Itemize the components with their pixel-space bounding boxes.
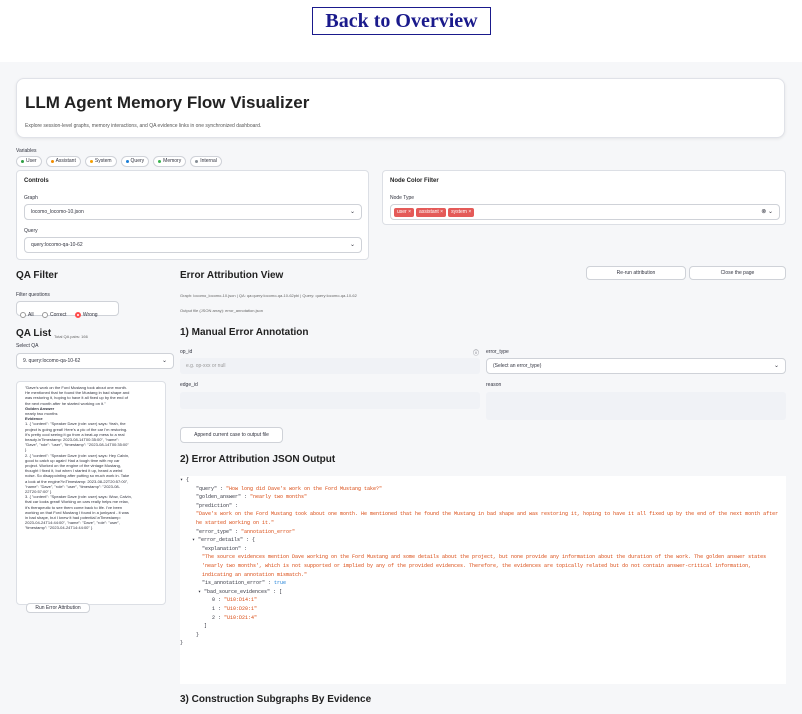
edge-id-label: edge_id xyxy=(180,382,198,388)
json-evidence-item: 1 : "U10:D20:1" xyxy=(212,605,258,612)
qa-filter-title: QA Filter xyxy=(16,270,58,281)
json-output-title: 2) Error Attribution JSON Output xyxy=(180,454,336,465)
json-prediction-value: "Dave's work on the Ford Mustang took ab… xyxy=(196,511,779,526)
radio-all[interactable]: All xyxy=(20,312,34,318)
json-object-close: } xyxy=(196,631,200,638)
internal-dot-icon xyxy=(195,160,199,163)
chip-system[interactable]: System xyxy=(84,156,117,167)
variable-chips: User Assistant System Query Memory Inter… xyxy=(16,156,222,167)
app-container: LLM Agent Memory Flow Visualizer Explore… xyxy=(0,62,802,714)
chevron-down-icon: ⌄ xyxy=(349,242,355,248)
chevron-down-icon: ⌄ xyxy=(349,209,355,215)
radio-correct[interactable]: Correct xyxy=(42,312,66,318)
reason-textarea[interactable] xyxy=(486,392,786,420)
page-title: LLM Agent Memory Flow Visualizer xyxy=(25,93,310,112)
controls-title: Controls xyxy=(24,178,49,184)
memory-dot-icon xyxy=(158,160,162,163)
chip-assistant[interactable]: Assistant xyxy=(45,156,81,167)
json-viewer: ▾ { "query" : "How long did Dave's work … xyxy=(180,476,786,684)
qa-select[interactable]: 9. query:locomo-qa-10-62 ⌄ xyxy=(16,353,174,369)
json-error-type-row: "error_type" : "annotation_error" xyxy=(196,528,296,535)
json-bad-evidences-row[interactable]: ▾ "bad_source_evidences" : [ xyxy=(180,588,786,597)
json-prediction-key: "prediction" : xyxy=(196,502,239,509)
output-file-line: Output file (JSON array): error_annotati… xyxy=(180,308,263,313)
help-icon[interactable]: ⓘ xyxy=(473,348,479,357)
node-type-multiselect[interactable]: user × assistant × system × ⊗ ⌄ xyxy=(390,204,780,220)
graph-label: Graph xyxy=(24,195,38,201)
variables-label: Variables xyxy=(16,148,37,154)
reason-label: reason xyxy=(486,382,502,388)
manual-annotation-title: 1) Manual Error Annotation xyxy=(180,327,309,338)
radio-wrong[interactable]: Wrong xyxy=(74,312,98,318)
page-subtitle: Explore session-level graphs, memory int… xyxy=(25,123,262,129)
select-qa-label: Select QA xyxy=(16,343,39,349)
chip-memory[interactable]: Memory xyxy=(153,156,187,167)
top-bar: Back to Overview xyxy=(0,0,802,62)
controls-panel: Controls Graph locomo_locomo-10.json ⌄ Q… xyxy=(16,170,369,260)
chip-user[interactable]: User xyxy=(16,156,42,167)
clear-and-chevron-icon[interactable]: ⊗ ⌄ xyxy=(761,205,773,219)
op-id-label: op_id xyxy=(180,349,193,355)
json-root-close: } xyxy=(180,640,184,647)
tag-assistant[interactable]: assistant × xyxy=(416,208,447,217)
tag-system[interactable]: system × xyxy=(448,208,475,217)
append-case-button[interactable]: Append current case to output file xyxy=(180,427,283,443)
tag-user[interactable]: user × xyxy=(394,208,415,217)
chevron-down-icon: ⌄ xyxy=(161,358,167,364)
json-evidence-item: 2 : "U10:D21:4" xyxy=(212,614,258,621)
query-dot-icon xyxy=(125,160,129,163)
node-filter-panel: Node Color Filter Node Type user × assist… xyxy=(382,170,786,225)
json-root-open[interactable]: ▾ { xyxy=(180,476,786,485)
chip-query[interactable]: Query xyxy=(120,156,150,167)
graph-select[interactable]: locomo_locomo-10.json ⌄ xyxy=(24,204,362,220)
json-evidence-item: 0 : "U10:D14:1" xyxy=(212,597,258,604)
qa-list-title: QA List xyxy=(16,328,52,339)
user-dot-icon xyxy=(21,160,24,163)
attribution-meta-line: Graph: locomo_locomo-10.json | QA: qa:qu… xyxy=(180,293,357,298)
close-page-button[interactable]: Close the page xyxy=(689,266,786,280)
qa-detail-box: "Dave's work on the Ford Mustang took ab… xyxy=(16,381,166,605)
error-type-select[interactable]: (Select an error_type) ⌄ xyxy=(486,358,786,374)
subgraphs-title: 3) Construction Subgraphs By Evidence xyxy=(180,694,372,705)
run-error-attribution-button[interactable]: Run Error Attribution xyxy=(26,603,90,613)
prediction-text: "Dave's work on the Ford Mustang took ab… xyxy=(25,385,130,406)
qa-filter-radio-group: All Correct Wrong xyxy=(16,301,119,318)
json-explanation-key: "explanation" : xyxy=(202,545,248,552)
chevron-down-icon: ⌄ xyxy=(773,363,779,369)
json-explanation-value: "The source evidences mention Dave worki… xyxy=(202,554,767,578)
attribution-title: Error Attribution View xyxy=(180,270,284,281)
qa-total-count: Total QA pairs: 166 xyxy=(54,334,88,339)
node-filter-title: Node Color Filter xyxy=(390,178,439,184)
rerun-attribution-button[interactable]: Re-run attribution xyxy=(586,266,686,280)
error-type-label: error_type xyxy=(486,349,509,355)
op-id-input[interactable]: e.g. op-xxx or null xyxy=(180,358,480,374)
header-card: LLM Agent Memory Flow Visualizer Explore… xyxy=(16,78,785,138)
filter-questions-label: Filter questions xyxy=(16,292,50,298)
node-type-label: Node Type xyxy=(390,195,415,201)
evidence-list: 1. { "content": "Speaker Dave (role: use… xyxy=(25,421,132,531)
query-label: Query xyxy=(24,228,38,234)
back-to-overview-link[interactable]: Back to Overview xyxy=(312,7,491,35)
chip-internal[interactable]: Internal xyxy=(190,156,222,167)
json-golden-row: "golden_answer" : "nearly two months" xyxy=(196,494,308,501)
assistant-dot-icon xyxy=(50,160,54,163)
json-array-close: ] xyxy=(204,623,208,630)
json-is-annotation-row: "is_annotation_error" : true xyxy=(202,580,287,587)
query-select[interactable]: query:locomo-qa-10-62 ⌄ xyxy=(24,237,362,253)
system-dot-icon xyxy=(89,160,93,163)
json-query-row: "query" : "How long did Dave's work on t… xyxy=(196,485,383,492)
edge-id-input[interactable] xyxy=(180,392,480,409)
json-error-details-row[interactable]: ▾ "error_details" : { xyxy=(180,536,786,545)
